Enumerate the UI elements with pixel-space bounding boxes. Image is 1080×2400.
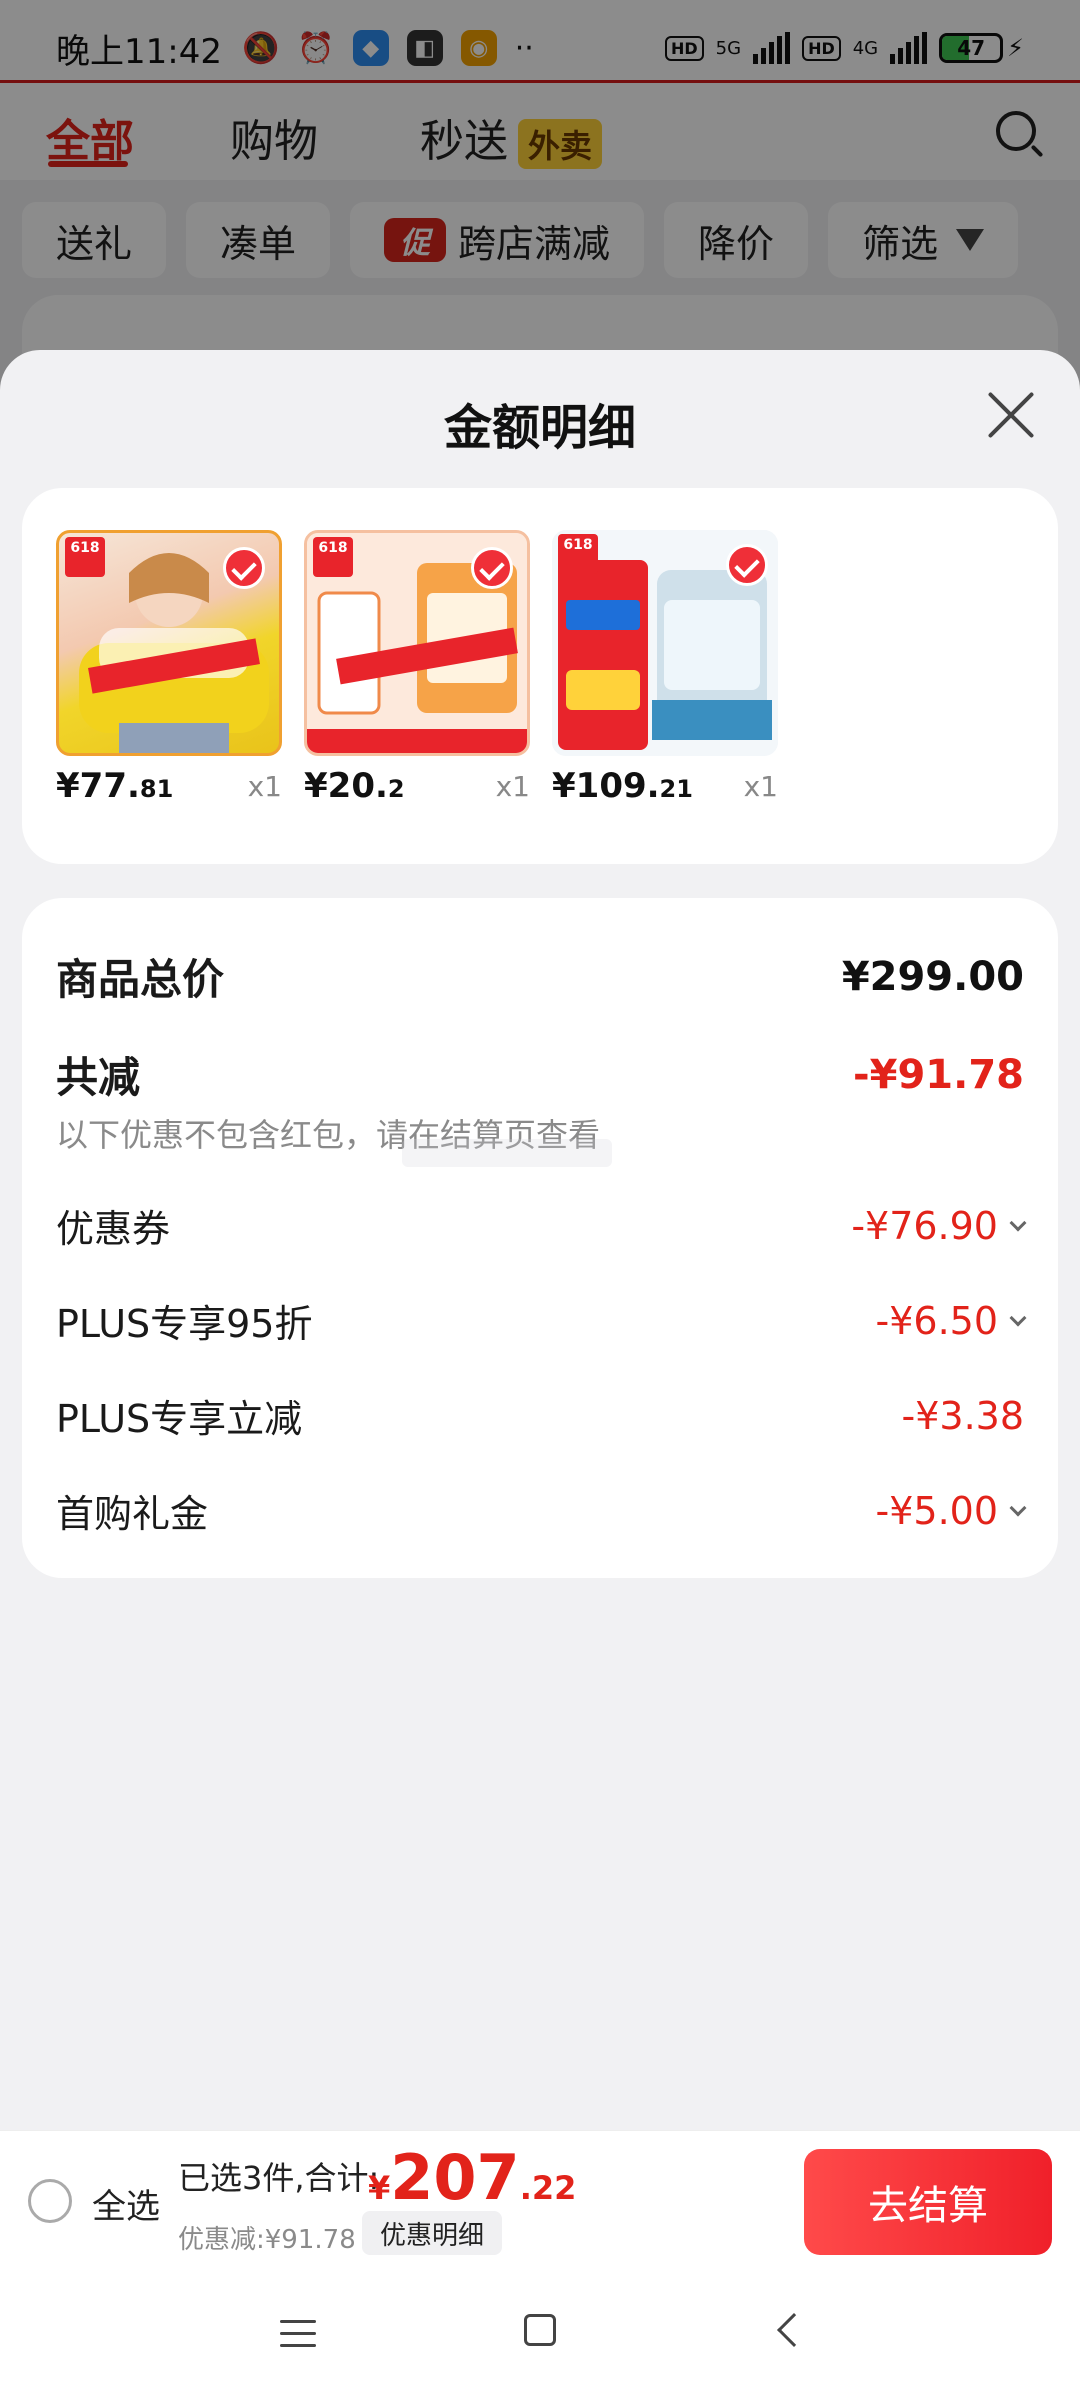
home-icon[interactable] [524, 2314, 556, 2346]
product-list: 618 ¥77.81 x1 618 ¥20.2 x1 618 ¥109.21 x… [22, 488, 1058, 864]
discount-note: 以下优惠不包含红包，请在结算页查看 [56, 1116, 601, 1154]
total-dec: .22 [519, 2169, 577, 2207]
discount-row-coupon[interactable]: 优惠券 -¥76.90 [56, 1198, 1027, 1253]
amount-breakdown: 商品总价 ¥299.00 共减 -¥91.78 以下优惠不包含红包，请在结算页查… [22, 898, 1058, 1578]
product-price: ¥109.21 [552, 766, 693, 806]
product-thumbnail: 618 [304, 530, 530, 756]
total-reduce-value: -¥91.78 [853, 1051, 1024, 1098]
product-price-row: ¥77.81 x1 [56, 766, 282, 816]
select-all-label[interactable]: 全选 [92, 2179, 160, 2228]
chevron-down-icon [1009, 1309, 1027, 1326]
discount-value: -¥3.38 [902, 1394, 1025, 1438]
back-icon[interactable] [777, 2313, 811, 2347]
product-price-int: ¥109. [552, 766, 660, 806]
recent-apps-icon[interactable] [280, 2320, 316, 2348]
discount-label: PLUS专享立减 [56, 1397, 303, 1441]
checkout-button[interactable]: 去结算 [804, 2149, 1052, 2255]
discount-amount: -¥6.50 [875, 1298, 999, 1343]
product-qty: x1 [495, 770, 530, 803]
product-price-int: ¥20. [304, 766, 388, 806]
product-price-dec: 21 [659, 775, 693, 803]
product-price-row: ¥109.21 x1 [552, 766, 778, 816]
product-qty: x1 [247, 770, 282, 803]
product-thumbnail: 618 [552, 530, 778, 756]
discount-value: -¥6.50 [875, 1298, 1027, 1343]
discount-row-plus95[interactable]: PLUS专享95折 -¥6.50 [56, 1293, 1027, 1348]
discount-label: 首购礼金 [56, 1492, 209, 1536]
product-price-row: ¥20.2 x1 [304, 766, 530, 816]
discount-amount: -¥76.90 [851, 1203, 998, 1248]
select-all-radio[interactable] [28, 2179, 72, 2223]
product-price-dec: 81 [139, 775, 174, 803]
discount-value: -¥76.90 [851, 1203, 1027, 1248]
checkout-bar: 全选 已选3件,合计: ¥207.22 优惠减:¥91.78 优惠明细 去结算 [0, 2130, 1080, 2270]
close-icon[interactable] [986, 390, 1036, 440]
discount-summary: 优惠减:¥91.78 [178, 2225, 356, 2255]
checked-icon[interactable] [726, 544, 768, 586]
product-price: ¥77.81 [56, 766, 173, 806]
discount-amount: -¥5.00 [875, 1488, 999, 1533]
badge-618: 618 [65, 537, 105, 577]
selected-summary: 已选3件,合计: [178, 2159, 380, 2197]
total-reduce-row: 共减 -¥91.78 [56, 1044, 1024, 1105]
discount-label: 优惠券 [56, 1207, 171, 1251]
total-price-row: 商品总价 ¥299.00 [56, 946, 1024, 1007]
total-price-value: ¥299.00 [841, 953, 1024, 1000]
badge-618: 618 [558, 534, 598, 574]
total-price-label: 商品总价 [56, 955, 225, 1004]
total-yen: ¥ [368, 2169, 391, 2207]
discount-label: PLUS专享95折 [56, 1302, 313, 1346]
system-nav-bar [0, 2270, 1080, 2400]
discount-amount: -¥3.38 [901, 1393, 1025, 1438]
total-amount: ¥207.22 [368, 2141, 576, 2214]
checked-icon[interactable] [471, 547, 513, 589]
product-item[interactable]: 618 ¥109.21 x1 [552, 530, 778, 806]
product-item[interactable]: 618 ¥77.81 x1 [56, 530, 282, 806]
sheet-title: 金额明细 [443, 400, 636, 456]
product-price: ¥20.2 [304, 766, 405, 806]
discount-value: -¥5.00 [875, 1488, 1027, 1533]
badge-618: 618 [313, 537, 353, 577]
product-price-dec: 2 [387, 775, 405, 803]
total-int: 207 [390, 2141, 520, 2214]
product-qty: x1 [743, 770, 778, 803]
discount-row-first-buy[interactable]: 首购礼金 -¥5.00 [56, 1483, 1027, 1538]
total-reduce-label: 共减 [56, 1053, 141, 1102]
chevron-down-icon [1009, 1214, 1027, 1231]
product-item[interactable]: 618 ¥20.2 x1 [304, 530, 530, 806]
discount-row-plus-reduce: PLUS专享立减 -¥3.38 [56, 1388, 1024, 1443]
chevron-down-icon [1009, 1499, 1027, 1516]
product-thumbnail: 618 [56, 530, 282, 756]
product-price-int: ¥77. [56, 766, 140, 806]
amount-detail-sheet: 金额明细 618 ¥77.81 x1 618 ¥20.2 x1 618 ¥109… [0, 350, 1080, 2130]
discount-detail-button[interactable]: 优惠明细 [362, 2211, 503, 2255]
checked-icon[interactable] [223, 547, 265, 589]
